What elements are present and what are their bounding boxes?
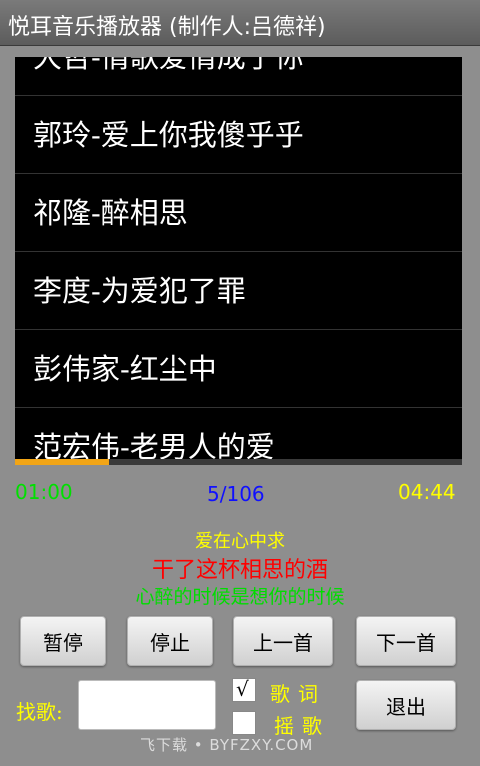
current-time: 01:00 [15, 480, 73, 504]
lyric-line-current: 干了这杯相思的酒 [151, 558, 328, 583]
pause-button[interactable]: 暂停 [20, 616, 106, 666]
lyric-line-previous: 爱在心中求 [195, 531, 285, 552]
playlist-item[interactable]: 彭伟家-红尘中 [15, 330, 462, 408]
search-label: 找歌: [16, 700, 63, 724]
lyrics-checkbox[interactable]: √ [232, 677, 256, 702]
playlist-item[interactable]: 大哲-情歌爱情成了你 [15, 57, 462, 96]
app-title: 悦耳音乐播放器 (制作人:吕德祥) [8, 15, 326, 40]
title-bar: 悦耳音乐播放器 (制作人:吕德祥) [0, 0, 480, 46]
playback-progress-bar[interactable] [15, 459, 462, 465]
playback-progress-fill [15, 459, 109, 465]
lyric-line-next: 心醉的时候是想你的时候 [135, 586, 345, 608]
search-song-input[interactable] [78, 680, 216, 730]
stop-button[interactable]: 停止 [127, 616, 213, 666]
playlist-item[interactable]: 祁隆-醉相思 [15, 174, 462, 252]
track-counter: 5/106 [207, 482, 265, 506]
playlist-item[interactable]: 李度-为爱犯了罪 [15, 252, 462, 330]
watermark: 飞下载 • BYFZXY.COM [140, 736, 314, 754]
check-mark-icon: √ [236, 677, 249, 701]
exit-button[interactable]: 退出 [356, 680, 456, 730]
playlist-item[interactable]: 范宏伟-老男人的爱 [15, 408, 462, 460]
song-playlist[interactable]: 大哲-情歌爱情成了你 郭玲-爱上你我傻乎乎 祁隆-醉相思 李度-为爱犯了罪 彭伟… [15, 57, 462, 460]
total-time: 04:44 [398, 480, 456, 504]
previous-track-button[interactable]: 上一首 [233, 616, 333, 666]
playlist-item[interactable]: 郭玲-爱上你我傻乎乎 [15, 96, 462, 174]
next-track-button[interactable]: 下一首 [356, 616, 456, 666]
shake-checkbox[interactable] [232, 711, 256, 735]
lyrics-option-label: 歌词 [270, 682, 326, 706]
